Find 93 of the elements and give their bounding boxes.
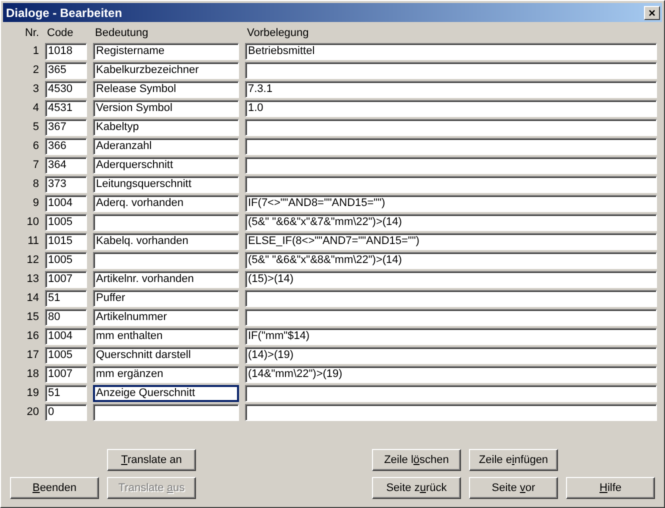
code-field[interactable]: 80 bbox=[45, 309, 87, 326]
row-number: 3 bbox=[32, 82, 39, 97]
default-value-field[interactable]: 1.0 bbox=[245, 100, 657, 117]
row-number: 17 bbox=[26, 348, 39, 363]
row-number: 11 bbox=[26, 234, 39, 249]
meaning-field[interactable]: Aderquerschnitt bbox=[93, 157, 239, 174]
meaning-field[interactable]: Kabelq. vorhanden bbox=[93, 233, 239, 250]
code-field[interactable]: 51 bbox=[45, 385, 87, 402]
dialog-button[interactable]: Hilfe bbox=[566, 477, 655, 499]
default-value-field[interactable]: (5&" "&6&"x"&8&"mm\22")>(14) bbox=[245, 252, 657, 269]
code-field[interactable]: 365 bbox=[45, 62, 87, 79]
default-value-field[interactable]: (14&"mm\22")>(19) bbox=[245, 366, 657, 383]
default-value-field[interactable] bbox=[245, 309, 657, 326]
meaning-field[interactable] bbox=[93, 214, 239, 231]
meaning-field[interactable]: Artikelnr. vorhanden bbox=[93, 271, 239, 288]
dialog-button[interactable]: Zeile löschen bbox=[372, 449, 461, 471]
meaning-field[interactable]: Registername bbox=[93, 43, 239, 60]
dialog-button[interactable]: Translate an bbox=[107, 449, 196, 471]
code-field[interactable]: 4531 bbox=[45, 100, 87, 117]
code-field[interactable]: 1004 bbox=[45, 195, 87, 212]
dialog-button[interactable]: Seite vor bbox=[469, 477, 558, 499]
window-title: Dialoge - Bearbeiten bbox=[6, 6, 122, 20]
code-field[interactable]: 364 bbox=[45, 157, 87, 174]
meaning-field[interactable] bbox=[93, 404, 239, 421]
meaning-field[interactable]: Puffer bbox=[93, 290, 239, 307]
dialog-button[interactable]: Beenden bbox=[10, 477, 99, 499]
row-number: 16 bbox=[26, 329, 39, 344]
column-header: Bedeutung bbox=[94, 26, 150, 41]
default-value-field[interactable] bbox=[245, 138, 657, 155]
code-field[interactable]: 51 bbox=[45, 290, 87, 307]
default-value-field[interactable]: (15)>(14) bbox=[245, 271, 657, 288]
code-field[interactable]: 1005 bbox=[45, 252, 87, 269]
row-number: 7 bbox=[32, 158, 39, 173]
code-field[interactable]: 366 bbox=[45, 138, 87, 155]
meaning-field[interactable]: Kabelkurzbezeichner bbox=[93, 62, 239, 79]
meaning-field[interactable]: Querschnitt darstell bbox=[93, 347, 239, 364]
code-field[interactable]: 4530 bbox=[45, 81, 87, 98]
meaning-field[interactable]: Anzeige Querschnitt bbox=[93, 385, 239, 402]
code-field[interactable]: 1004 bbox=[45, 328, 87, 345]
row-number: 18 bbox=[26, 367, 39, 382]
row-number: 1 bbox=[32, 44, 39, 59]
column-header: Nr. bbox=[24, 26, 39, 41]
row-number: 5 bbox=[32, 120, 39, 135]
meaning-field[interactable]: Aderanzahl bbox=[93, 138, 239, 155]
default-value-field[interactable] bbox=[245, 157, 657, 174]
row-number: 8 bbox=[32, 177, 39, 192]
default-value-field[interactable] bbox=[245, 385, 657, 402]
row-number: 4 bbox=[32, 101, 39, 116]
row-number: 9 bbox=[32, 196, 39, 211]
code-field[interactable]: 0 bbox=[45, 404, 87, 421]
dialog-button[interactable]: Zeile einfügen bbox=[469, 449, 558, 471]
default-value-field[interactable] bbox=[245, 119, 657, 136]
default-value-field[interactable] bbox=[245, 290, 657, 307]
meaning-field[interactable] bbox=[93, 252, 239, 269]
code-field[interactable]: 1007 bbox=[45, 366, 87, 383]
row-number: 12 bbox=[26, 253, 39, 268]
row-number: 2 bbox=[32, 63, 39, 78]
row-number: 6 bbox=[32, 139, 39, 154]
default-value-field[interactable]: IF(7<>""AND8=""AND15="") bbox=[245, 195, 657, 212]
meaning-field[interactable]: mm enthalten bbox=[93, 328, 239, 345]
code-field[interactable]: 1005 bbox=[45, 214, 87, 231]
default-value-field[interactable]: (14)>(19) bbox=[245, 347, 657, 364]
code-field[interactable]: 1007 bbox=[45, 271, 87, 288]
code-field[interactable]: 373 bbox=[45, 176, 87, 193]
row-number: 14 bbox=[26, 291, 39, 306]
meaning-field[interactable]: Aderq. vorhanden bbox=[93, 195, 239, 212]
default-value-field[interactable]: IF("mm"$14) bbox=[245, 328, 657, 345]
meaning-field[interactable]: Kabeltyp bbox=[93, 119, 239, 136]
row-number: 20 bbox=[26, 405, 39, 420]
meaning-field[interactable]: Release Symbol bbox=[93, 81, 239, 98]
meaning-field[interactable]: mm ergänzen bbox=[93, 366, 239, 383]
default-value-field[interactable]: 7.3.1 bbox=[245, 81, 657, 98]
default-value-field[interactable]: ELSE_IF(8<>""AND7=""AND15="") bbox=[245, 233, 657, 250]
row-number: 15 bbox=[26, 310, 39, 325]
meaning-field[interactable]: Version Symbol bbox=[93, 100, 239, 117]
row-number: 19 bbox=[26, 386, 39, 401]
meaning-field[interactable]: Leitungsquerschnitt bbox=[93, 176, 239, 193]
column-header: Vorbelegung bbox=[246, 26, 310, 41]
default-value-field[interactable] bbox=[245, 176, 657, 193]
default-value-field[interactable] bbox=[245, 404, 657, 421]
code-field[interactable]: 1018 bbox=[45, 43, 87, 60]
row-number: 13 bbox=[26, 272, 39, 287]
code-field[interactable]: 367 bbox=[45, 119, 87, 136]
default-value-field[interactable]: Betriebsmittel bbox=[245, 43, 657, 60]
default-value-field[interactable] bbox=[245, 62, 657, 79]
dialog-button[interactable]: Seite zurück bbox=[372, 477, 461, 499]
meaning-field[interactable]: Artikelnummer bbox=[93, 309, 239, 326]
column-header: Code bbox=[46, 26, 74, 41]
default-value-field[interactable]: (5&" "&6&"x"&7&"mm\22")>(14) bbox=[245, 214, 657, 231]
row-number: 10 bbox=[26, 215, 39, 230]
close-button[interactable]: × bbox=[644, 6, 660, 20]
code-field[interactable]: 1005 bbox=[45, 347, 87, 364]
code-field[interactable]: 1015 bbox=[45, 233, 87, 250]
